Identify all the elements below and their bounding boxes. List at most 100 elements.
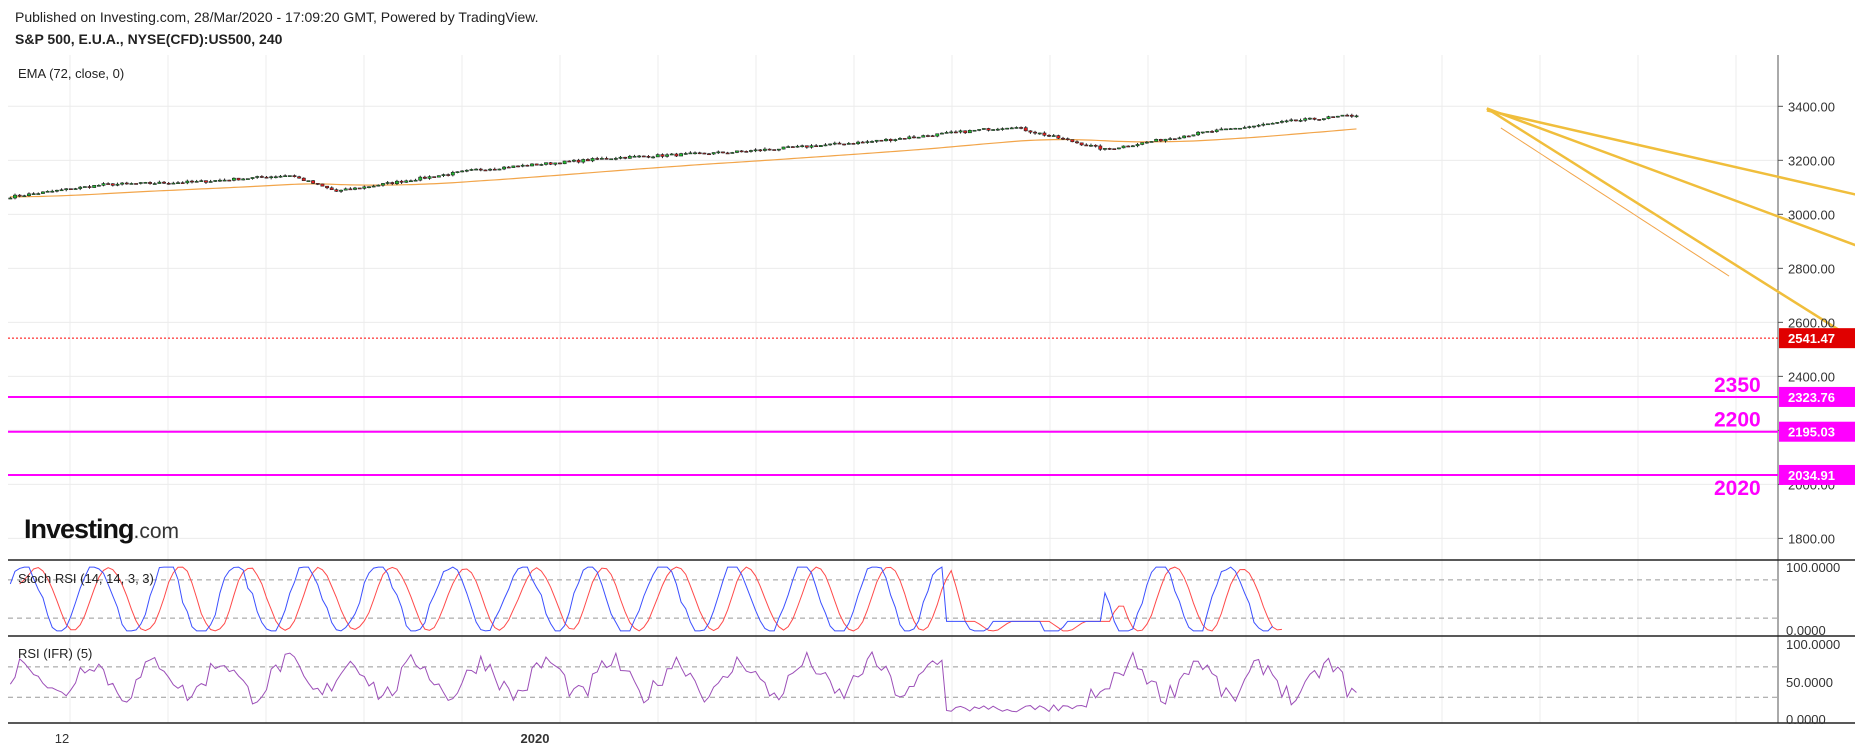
candle-up <box>469 169 474 171</box>
candle-up <box>385 182 390 184</box>
candle-up <box>115 183 120 186</box>
candle-up <box>1116 147 1121 150</box>
level-price-tag: 2323.76 <box>1788 390 1835 405</box>
candle-up <box>781 146 786 150</box>
candle-up <box>1284 120 1289 123</box>
candle-up <box>64 188 69 191</box>
candle-up <box>376 184 381 187</box>
candle-up <box>78 186 83 189</box>
candle-down <box>1312 117 1317 120</box>
candle-up <box>13 194 17 199</box>
candle-down <box>912 136 916 139</box>
candle-up <box>1252 125 1256 128</box>
candle-up <box>688 152 693 155</box>
candle-up <box>171 182 176 185</box>
candle-up <box>1000 128 1005 130</box>
candle-down <box>814 145 819 148</box>
candle-up <box>627 155 632 159</box>
candle-up <box>874 139 879 142</box>
candle-up <box>846 143 851 145</box>
candle-up <box>50 190 55 193</box>
candle-up <box>1205 131 1210 133</box>
candle-down <box>837 142 842 145</box>
candle-up <box>1307 117 1312 120</box>
candle-up <box>939 132 944 135</box>
trading-chart[interactable]: 3400.00 3200.00 3000.00 2800.00 2600.00 2400.… <box>0 0 1855 753</box>
candle-up <box>651 156 656 159</box>
candle-up <box>502 166 506 170</box>
candle-up <box>818 145 823 147</box>
candle-down <box>804 145 809 148</box>
candle-up <box>981 128 986 130</box>
candle-up <box>22 195 27 197</box>
candle-up <box>404 180 409 183</box>
candle-down <box>1070 139 1075 143</box>
candle-up <box>749 150 753 152</box>
candle-up <box>1200 131 1205 134</box>
candle-up <box>1009 127 1014 130</box>
y-tick-label: 3000.00 <box>1788 207 1835 222</box>
candle-up <box>395 180 399 185</box>
candle-up <box>101 183 106 186</box>
candle-down <box>297 176 302 179</box>
candle-up <box>287 175 292 177</box>
stoch-tick-label: 100.0000 <box>1786 560 1840 575</box>
candle-down <box>190 180 194 183</box>
candle-up <box>590 158 595 162</box>
candle-up <box>972 129 977 132</box>
candle-up <box>581 159 586 163</box>
candle-down <box>576 159 581 163</box>
candle-down <box>772 149 777 151</box>
candle-up <box>958 130 963 133</box>
candle-down <box>315 183 320 185</box>
candle-down <box>334 189 339 192</box>
candle-down <box>162 181 166 184</box>
candle-down <box>879 139 884 142</box>
published-notice: Published on Investing.com, 28/Mar/2020 … <box>15 9 539 25</box>
candle-up <box>832 142 837 145</box>
candle-down <box>725 152 730 155</box>
candle-up <box>949 131 954 134</box>
candle-down <box>422 176 427 179</box>
candle-up <box>1214 129 1219 132</box>
candle-up <box>306 180 311 182</box>
candle-up <box>92 185 97 188</box>
level-price-tag: 2034.91 <box>1788 468 1835 483</box>
candle-down <box>110 183 115 186</box>
x-tick-label: 12 <box>55 731 69 746</box>
candle-up <box>353 187 357 190</box>
candle-up <box>1154 138 1159 142</box>
candle-up <box>245 178 250 180</box>
candle-down <box>930 135 935 137</box>
candle-down <box>166 182 171 185</box>
candle-up <box>381 183 385 186</box>
candle-down <box>744 151 749 153</box>
candle-down <box>1033 131 1037 134</box>
candle-down <box>259 176 264 178</box>
candle-up <box>1144 141 1149 144</box>
candle-down <box>986 128 991 131</box>
candle-up <box>464 169 469 172</box>
candle-up <box>618 156 623 159</box>
rsi-line <box>9 650 1357 713</box>
rsi-legend: RSI (IFR) (5) <box>18 646 93 661</box>
candle-up <box>176 182 180 184</box>
candle-up <box>441 174 446 176</box>
candle-up <box>562 160 567 165</box>
candle-down <box>399 180 404 183</box>
candle-up <box>1149 141 1154 143</box>
candle-up <box>1051 135 1056 137</box>
candle-down <box>432 176 437 178</box>
candle-down <box>1098 145 1103 150</box>
candle-up <box>283 175 288 178</box>
candle-up <box>54 189 59 192</box>
candle-up <box>1163 138 1168 142</box>
candle-up <box>339 189 343 192</box>
candle-down <box>567 160 572 163</box>
candle-down <box>446 174 451 176</box>
candle-up <box>539 164 544 166</box>
candle-up <box>655 154 660 158</box>
candle-up <box>96 185 101 187</box>
level-annotation: 2200 <box>1714 409 1761 432</box>
candles <box>8 113 1359 200</box>
